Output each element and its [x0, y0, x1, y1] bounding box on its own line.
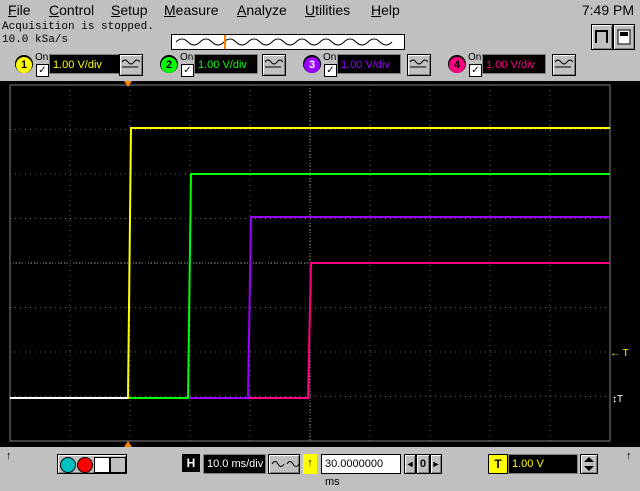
- channel-2-on-checkbox[interactable]: ✓: [181, 64, 194, 77]
- layout-mode-button[interactable]: [613, 24, 635, 50]
- menu-help[interactable]: Help: [371, 2, 400, 18]
- menu-utilities[interactable]: Utilities: [305, 2, 350, 18]
- channel-3-scale-field[interactable]: 1.00 V/div: [337, 54, 401, 74]
- sample-rate: 10.0 kSa/s: [2, 34, 69, 46]
- menu-measure[interactable]: Measure: [164, 2, 218, 18]
- channel-3-on-checkbox[interactable]: ✓: [324, 64, 337, 77]
- channel-1-control: 1 On ✓ 1.00 V/div: [15, 53, 145, 79]
- delay-left-button[interactable]: ◄: [404, 454, 416, 474]
- time-per-div-field[interactable]: 10.0 ms/div: [203, 454, 266, 474]
- channel-4-scale-field[interactable]: 1.00 V/div: [482, 54, 546, 74]
- trigger-label: T: [488, 454, 508, 474]
- run-icon[interactable]: [60, 457, 76, 473]
- stop-icon[interactable]: [77, 457, 93, 473]
- delay-reference-icon[interactable]: ↑: [303, 454, 317, 474]
- menu-setup[interactable]: Setup: [111, 2, 148, 18]
- trigger-marker[interactable]: ↕T: [612, 394, 623, 405]
- channel-3-number: 3: [304, 57, 320, 73]
- delay-zero-button[interactable]: 0: [416, 454, 430, 474]
- channel-4-control: 4 On ✓ 1.00 V/div: [448, 53, 578, 79]
- channel-1-on-checkbox[interactable]: ✓: [36, 64, 49, 77]
- print-icon[interactable]: [110, 457, 126, 473]
- horizontal-wave-buttons[interactable]: [268, 454, 300, 474]
- channel-4-badge[interactable]: 4: [448, 55, 466, 73]
- trigger-level-field[interactable]: 1.00 V: [508, 454, 578, 474]
- menu-bar: File Control Setup Measure Analyze Utili…: [0, 0, 640, 20]
- clock: 7:49 PM: [581, 2, 634, 18]
- channel-4-waveform: [10, 262, 610, 399]
- channel-1-wave-button[interactable]: [119, 54, 143, 76]
- quick-action-group: [57, 454, 127, 474]
- wave-icon: [409, 59, 429, 68]
- wave-icon: [121, 59, 141, 68]
- memory-waveform-icon: [175, 38, 393, 46]
- run-stop-mode-button[interactable]: [591, 24, 613, 50]
- bottom-toolbar: ↑ H 10.0 ms/div ↑ 30.0000000 ms ◄ 0 ► T …: [0, 447, 640, 488]
- trigger-level-indicator[interactable]: ← T: [610, 348, 629, 359]
- menu-file[interactable]: File: [8, 2, 31, 18]
- acquisition-status: Acquisition is stopped.: [2, 21, 154, 33]
- channel-3-wave-button[interactable]: [407, 54, 431, 76]
- channel-3-on-label: On: [323, 52, 337, 63]
- waveform-canvas: [9, 81, 611, 447]
- panel-icon: [617, 29, 631, 45]
- scroll-up-left-arrow[interactable]: ↑: [6, 450, 12, 462]
- channel-4-on-label: On: [468, 52, 482, 63]
- memory-position-marker[interactable]: [224, 35, 226, 49]
- channel-2-number: 2: [161, 57, 177, 73]
- wave-icon: [554, 59, 574, 68]
- wave-icon: [264, 59, 284, 68]
- up-down-arrow-icon: [584, 457, 594, 471]
- mode-buttons: [591, 24, 635, 50]
- channel-4-number: 4: [449, 57, 465, 73]
- channel-2-wave-button[interactable]: [262, 54, 286, 76]
- channel-4-wave-button[interactable]: [552, 54, 576, 76]
- memory-bar[interactable]: [171, 34, 405, 50]
- delay-right-button[interactable]: ►: [430, 454, 442, 474]
- trigger-position-top-marker[interactable]: [124, 81, 132, 87]
- pulse-icon: [595, 30, 608, 43]
- channel-3-badge[interactable]: 3: [303, 55, 321, 73]
- horizontal-label: H: [182, 454, 200, 472]
- menu-control[interactable]: Control: [49, 2, 94, 18]
- channel-2-badge[interactable]: 2: [160, 55, 178, 73]
- channel-2-control: 2 On ✓ 1.00 V/div: [160, 53, 290, 79]
- channel-4-on-checkbox[interactable]: ✓: [469, 64, 482, 77]
- single-icon[interactable]: [94, 457, 110, 473]
- channel-1-number: 1: [16, 57, 32, 73]
- trigger-level-spinner[interactable]: [580, 454, 598, 474]
- channel-2-scale-field[interactable]: 1.00 V/div: [194, 54, 258, 74]
- menu-analyze[interactable]: Analyze: [237, 2, 287, 18]
- scroll-up-right-arrow[interactable]: ↑: [626, 450, 632, 462]
- channel-3-control: 3 On ✓ 1.00 V/div: [303, 53, 433, 79]
- status-panel: Acquisition is stopped. 10.0 kSa/s: [2, 21, 166, 51]
- channel-1-badge[interactable]: 1: [15, 55, 33, 73]
- delay-field[interactable]: 30.0000000 ms: [321, 454, 401, 488]
- waveform-display[interactable]: ← T ↕T: [0, 81, 640, 447]
- channel-2-on-label: On: [180, 52, 194, 63]
- wave-icon: [271, 461, 300, 467]
- channel-1-on-label: On: [35, 52, 49, 63]
